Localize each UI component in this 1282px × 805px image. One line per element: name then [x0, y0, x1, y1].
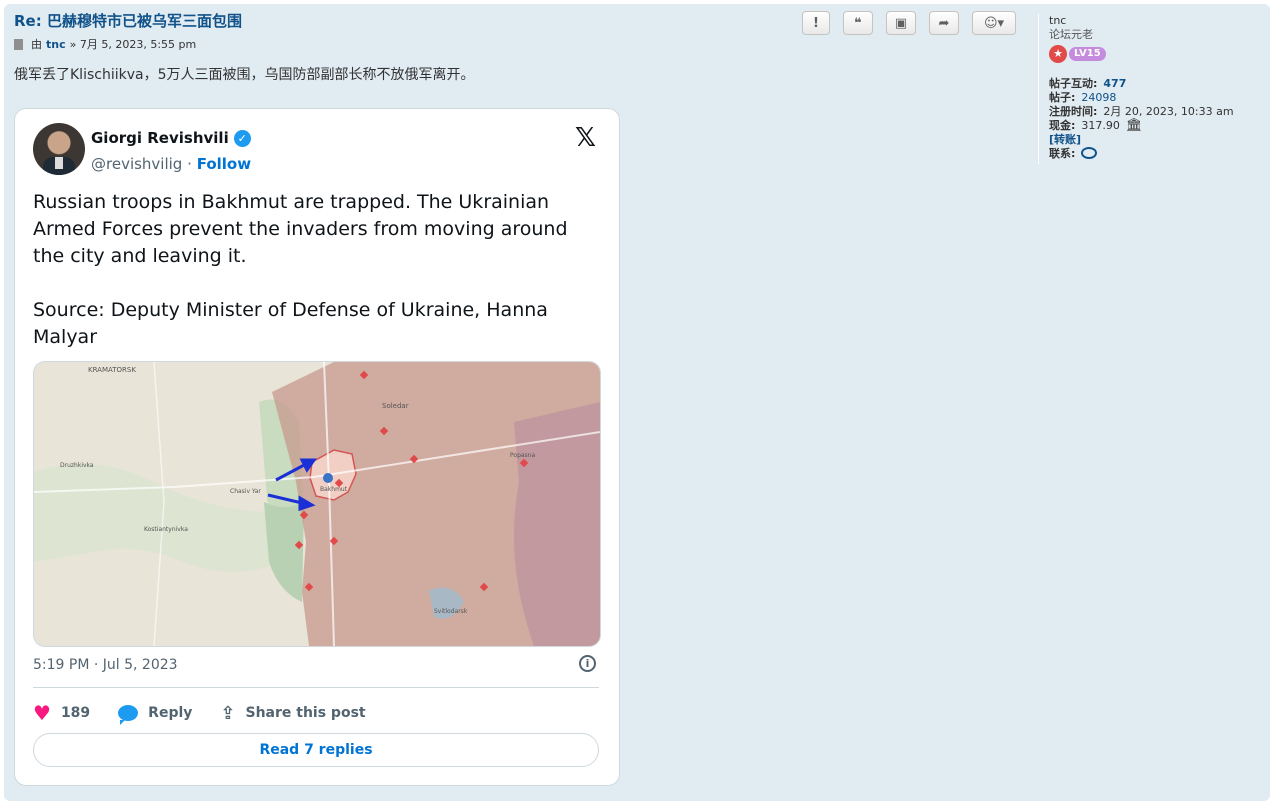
map-label-chasiv-yar: Chasiv Yar [230, 488, 261, 495]
bank-icon[interactable]: 🏛 [1126, 119, 1143, 133]
forum-post: Re: 巴赫穆特市已被乌军三面包围 由 tnc » 7月 5, 2023, 5:… [4, 4, 1270, 801]
map-label-kostiantynivka: Kostiantynivka [144, 526, 188, 533]
share-button[interactable]: ➦ [929, 11, 959, 35]
tweet-text: Russian troops in Bakhmut are trapped. T… [33, 191, 568, 348]
profile-joined-row: 注册时间: 2月 20, 2023, 10:33 am [1049, 105, 1268, 119]
tweet-timestamp[interactable]: 5:19 PM · Jul 5, 2023 [33, 657, 178, 673]
follow-link[interactable]: Follow [197, 155, 251, 173]
post-author-link[interactable]: tnc [46, 38, 66, 51]
joined-label: 注册时间: [1049, 105, 1098, 118]
contact-label: 联系: [1049, 147, 1076, 160]
tweet-actions: ♥ 189 Reply ⇪ Share this post [33, 701, 394, 725]
map-label-druzhkivka: Druzhkivka [60, 462, 94, 469]
joined-value: 2月 20, 2023, 10:33 am [1103, 105, 1234, 118]
star-icon: ★ [1049, 45, 1067, 63]
cash-label: 现金: [1049, 119, 1076, 132]
tweet-author-name-text: Giorgi Revishvili [91, 129, 229, 147]
meta-by: 由 [31, 38, 42, 51]
chat-bubble-icon[interactable] [1081, 147, 1098, 159]
like-button[interactable]: ♥ 189 [33, 701, 90, 725]
interaction-value[interactable]: 477 [1103, 77, 1126, 91]
tweet-author-name[interactable]: Giorgi Revishvili ✓ [91, 129, 251, 147]
like-count: 189 [60, 705, 91, 721]
posts-label: 帖子: [1049, 91, 1076, 104]
embedded-tweet: Giorgi Revishvili ✓ @revishvilig · Follo… [14, 108, 620, 786]
map-label-svitlodarsk: Svitlodarsk [434, 608, 468, 615]
posts-value[interactable]: 24098 [1081, 91, 1116, 105]
map-label-kramatorsk: KRAMATORSK [88, 366, 136, 374]
tweet-divider [33, 687, 599, 688]
level-badge: ★ LV15 [1049, 45, 1268, 63]
x-logo-icon[interactable]: 𝕏 [575, 123, 596, 153]
exclamation-icon: ! [813, 15, 819, 31]
post-actions: ! ❝ ▣ ➦ ☺▾ [802, 11, 1016, 35]
tweet-avatar[interactable] [33, 123, 85, 175]
post-body: 俄军丢了Klischiikva，5万人三面被围，乌国防部副部长称不放俄军离开。 [14, 67, 475, 83]
verified-badge-icon: ✓ [233, 129, 251, 147]
handle-separator: · [187, 155, 192, 173]
share-post-button[interactable]: ⇪ Share this post [220, 703, 365, 724]
reply-label: Reply [148, 705, 193, 721]
transfer-link[interactable]: [转账] [1049, 133, 1268, 147]
map-label-soledar: Soledar [382, 402, 409, 410]
quote-icon: ❝ [854, 15, 862, 31]
reply-bubble-icon [118, 705, 139, 725]
post-meta: 由 tnc » 7月 5, 2023, 5:55 pm [14, 36, 196, 52]
profile-posts-row: 帖子: 24098 [1049, 91, 1268, 105]
level-label: LV15 [1069, 47, 1106, 61]
post-document-icon[interactable] [14, 38, 23, 50]
profile-username[interactable]: tnc [1049, 14, 1268, 28]
post-title[interactable]: Re: 巴赫穆特市已被乌军三面包围 [14, 10, 242, 31]
heart-icon: ♥ [33, 701, 51, 725]
gift-icon: ▣ [894, 15, 908, 31]
upload-share-icon: ⇪ [220, 702, 236, 724]
post-date: » 7月 5, 2023, 5:55 pm [69, 38, 197, 51]
quote-button[interactable]: ❝ [843, 11, 873, 35]
profile-interaction-row: 帖子互动: 477 [1049, 77, 1268, 91]
tweet-map-image[interactable]: KRAMATORSK Soledar Bakhmut Chasiv Yar Dr… [33, 361, 601, 647]
info-icon[interactable]: i [579, 655, 596, 672]
map-label-bakhmut: Bakhmut [320, 486, 348, 493]
share-icon: ➦ [938, 15, 950, 31]
read-replies-button[interactable]: Read 7 replies [33, 733, 599, 767]
reply-button[interactable]: Reply [118, 705, 193, 725]
report-button[interactable]: ! [802, 11, 830, 35]
author-profile: tnc 论坛元老 ★ LV15 帖子互动: 477 帖子: 24098 注册时间… [1038, 14, 1268, 164]
tweet-handle-row: @revishvilig · Follow [91, 155, 251, 173]
profile-rank: 论坛元老 [1049, 28, 1093, 41]
profile-cash-row: 现金: 317.90 🏛 [1049, 119, 1268, 133]
cash-value: 317.90 [1081, 119, 1120, 132]
bakhmut-map-graphic [34, 362, 600, 646]
map-label-popasna: Popasna [510, 452, 536, 459]
share-label: Share this post [245, 705, 366, 721]
interaction-label: 帖子互动: [1049, 77, 1098, 90]
emoji-reaction-button[interactable]: ☺▾ [972, 11, 1016, 35]
profile-contact-row: 联系: [1049, 147, 1268, 161]
gift-button[interactable]: ▣ [886, 11, 916, 35]
emoji-icon: ☺▾ [983, 15, 1005, 31]
tweet-handle[interactable]: @revishvilig [91, 155, 182, 173]
